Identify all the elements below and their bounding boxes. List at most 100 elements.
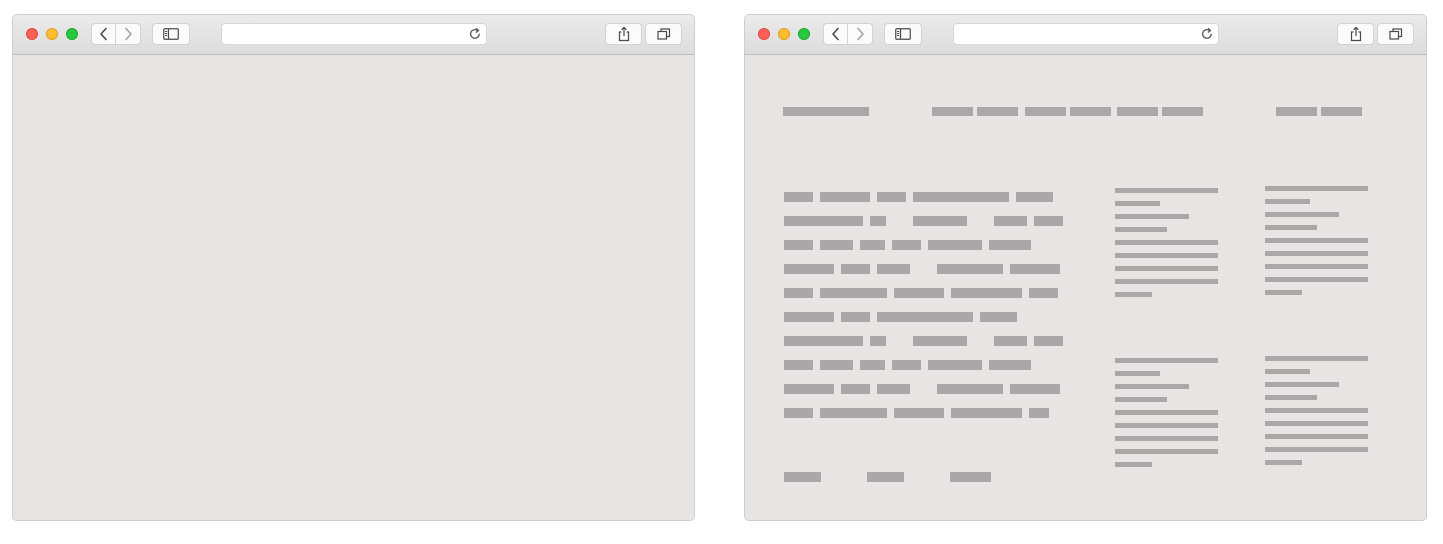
wireframe-word (820, 408, 887, 418)
sidebar-icon (163, 28, 179, 40)
wireframe-word (894, 288, 944, 298)
wireframe-word (784, 288, 813, 298)
wireframe-footer-link[interactable] (784, 472, 821, 482)
url-input[interactable] (962, 24, 1196, 46)
maximize-window-button[interactable] (66, 28, 78, 40)
wireframe-nav-item[interactable] (1070, 107, 1111, 116)
wireframe-line (1115, 371, 1160, 376)
wireframe-word (989, 360, 1031, 370)
wireframe-line (1265, 238, 1368, 243)
wireframe-footer-link[interactable] (867, 472, 904, 482)
wireframe-line (1265, 395, 1317, 400)
wireframe-line (1265, 225, 1317, 230)
wireframe-word (877, 384, 910, 394)
wireframe-nav-item[interactable] (977, 107, 1018, 116)
wireframe-word (1010, 384, 1060, 394)
share-icon (618, 26, 629, 42)
wireframe-word (784, 216, 863, 226)
wireframe-line (1265, 212, 1339, 217)
wireframe-word (820, 360, 853, 370)
browser-window-wireframe (744, 14, 1427, 521)
wireframe-word (877, 264, 910, 274)
wireframe-nav-item[interactable] (1025, 107, 1066, 116)
close-window-button[interactable] (758, 28, 770, 40)
share-button[interactable] (605, 23, 642, 45)
forward-button[interactable] (115, 23, 141, 45)
wireframe-word (820, 240, 853, 250)
wireframe-logo-placeholder (783, 107, 869, 116)
wireframe-word (1034, 336, 1063, 346)
toolbar (745, 15, 1426, 55)
wireframe-line (1115, 292, 1152, 297)
wireframe-word (937, 384, 1003, 394)
tabs-overview-button[interactable] (1377, 23, 1414, 45)
wireframe-word (877, 312, 973, 322)
chevron-left-icon (99, 27, 107, 41)
share-button[interactable] (1337, 23, 1374, 45)
close-window-button[interactable] (26, 28, 38, 40)
wireframe-line (1115, 227, 1167, 232)
wireframe-line (1115, 384, 1189, 389)
wireframe-word (928, 240, 982, 250)
tabs-overview-icon (656, 28, 670, 40)
sidebar-toggle-button[interactable] (152, 23, 190, 45)
wireframe-word (937, 264, 1003, 274)
minimize-window-button[interactable] (46, 28, 58, 40)
reload-icon[interactable] (1200, 27, 1214, 41)
wireframe-word (820, 288, 887, 298)
wireframe-nav-item[interactable] (1162, 107, 1203, 116)
wireframe-word (877, 192, 906, 202)
wireframe-line (1265, 382, 1339, 387)
wireframe-word (892, 240, 921, 250)
wireframe-line (1115, 201, 1160, 206)
wireframe-line (1115, 253, 1218, 258)
wireframe-line (1115, 397, 1167, 402)
wireframe-word (1016, 192, 1053, 202)
wireframe-line (1265, 199, 1310, 204)
wireframe-nav-item[interactable] (932, 107, 973, 116)
wireframe-footer-link[interactable] (950, 472, 991, 482)
wireframe-line (1265, 434, 1368, 439)
wireframe-word (860, 360, 885, 370)
back-button[interactable] (823, 23, 848, 45)
page-content-empty (13, 55, 694, 520)
wireframe-line (1115, 423, 1218, 428)
wireframe-line (1115, 449, 1218, 454)
wireframe-word (870, 336, 886, 346)
wireframe-word (784, 408, 813, 418)
address-bar[interactable] (221, 23, 487, 46)
tabs-overview-button[interactable] (645, 23, 682, 45)
wireframe-word (784, 240, 813, 250)
wireframe-word (1029, 408, 1049, 418)
wireframe-word (784, 264, 834, 274)
wireframe-word (994, 336, 1027, 346)
wireframe-word (820, 192, 870, 202)
wireframe-word (1034, 216, 1063, 226)
wireframe-line (1115, 462, 1152, 467)
forward-button[interactable] (847, 23, 873, 45)
wireframe-word (784, 312, 834, 322)
address-bar[interactable] (953, 23, 1219, 46)
url-input[interactable] (230, 24, 464, 46)
wireframe-line (1115, 240, 1218, 245)
back-button[interactable] (91, 23, 116, 45)
wireframe-word (841, 312, 870, 322)
wireframe-word (860, 240, 885, 250)
wireframe-line (1115, 279, 1218, 284)
wireframe-word (892, 360, 921, 370)
wireframe-line (1265, 369, 1310, 374)
wireframe-line (1115, 214, 1189, 219)
maximize-window-button[interactable] (798, 28, 810, 40)
browser-window-empty (12, 14, 695, 521)
minimize-window-button[interactable] (778, 28, 790, 40)
wireframe-nav-item[interactable] (1117, 107, 1158, 116)
wireframe-word (841, 384, 870, 394)
wireframe-word (841, 264, 870, 274)
wireframe-header-action[interactable] (1276, 107, 1317, 116)
wireframe-header-action[interactable] (1321, 107, 1362, 116)
sidebar-toggle-button[interactable] (884, 23, 922, 45)
wireframe-word (928, 360, 982, 370)
reload-icon[interactable] (468, 27, 482, 41)
share-icon (1350, 26, 1361, 42)
wireframe-word (870, 216, 886, 226)
